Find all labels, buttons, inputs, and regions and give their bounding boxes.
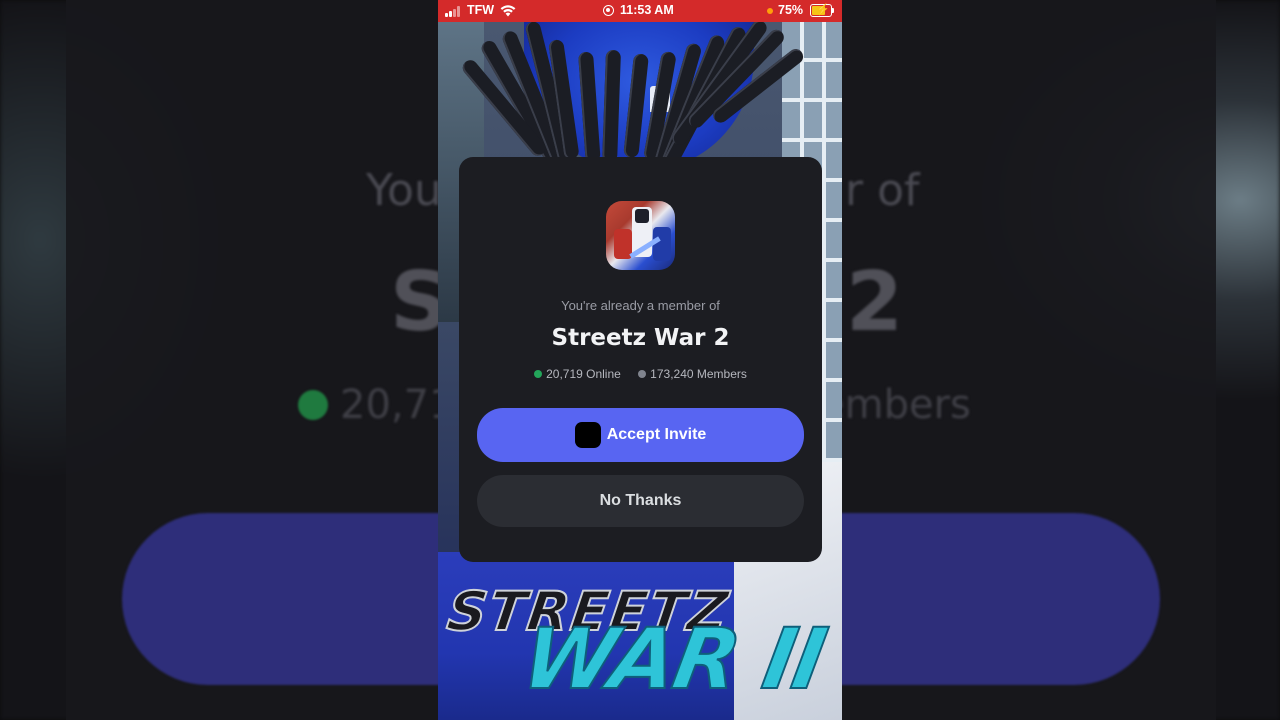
screen-recording-icon [603, 5, 614, 16]
charging-bolt-icon: ⚡ [816, 4, 830, 16]
background-subtitle-right: r of [845, 165, 920, 216]
background-subtitle-left: You [366, 165, 442, 216]
online-count-label: 20,719 Online [546, 367, 621, 381]
background-stat-right: embers [820, 382, 971, 428]
loading-icon [574, 422, 601, 448]
accept-invite-label: Accept Invite [606, 426, 707, 443]
carrier-name: TFW [467, 3, 495, 17]
privacy-indicator-dot [767, 8, 773, 14]
clock: 11:53 AM [620, 3, 674, 17]
online-count: 20,719 Online [534, 367, 621, 381]
online-status-dot [534, 370, 543, 378]
battery-icon: ⚡ [810, 4, 832, 17]
member-count-label: 173,240 Members [650, 367, 747, 381]
background-online-dot [298, 390, 328, 420]
server-avatar [606, 201, 675, 270]
invite-subtitle: You're already a member of [561, 298, 720, 313]
battery-tip [832, 8, 834, 13]
invite-modal: You're already a member of Streetz War 2… [459, 157, 822, 562]
accept-invite-button[interactable]: Accept Invite [477, 408, 804, 462]
no-thanks-label: No Thanks [599, 492, 682, 509]
battery-percentage: 75% [778, 3, 804, 17]
cellular-signal-icon [445, 6, 461, 17]
members-status-dot [638, 370, 647, 378]
member-count: 173,240 Members [638, 367, 747, 381]
background-title-right: 2 [846, 255, 904, 350]
avatar-figure-blue [653, 227, 671, 261]
no-thanks-button[interactable]: No Thanks [477, 475, 804, 527]
art-logo-war: WAR II [514, 609, 832, 709]
status-bar: TFW 11:53 AM 75% ⚡ [438, 0, 842, 22]
wifi-icon [500, 5, 516, 17]
server-stats: 20,719 Online 173,240 Members [459, 367, 822, 381]
server-name: Streetz War 2 [551, 325, 730, 351]
